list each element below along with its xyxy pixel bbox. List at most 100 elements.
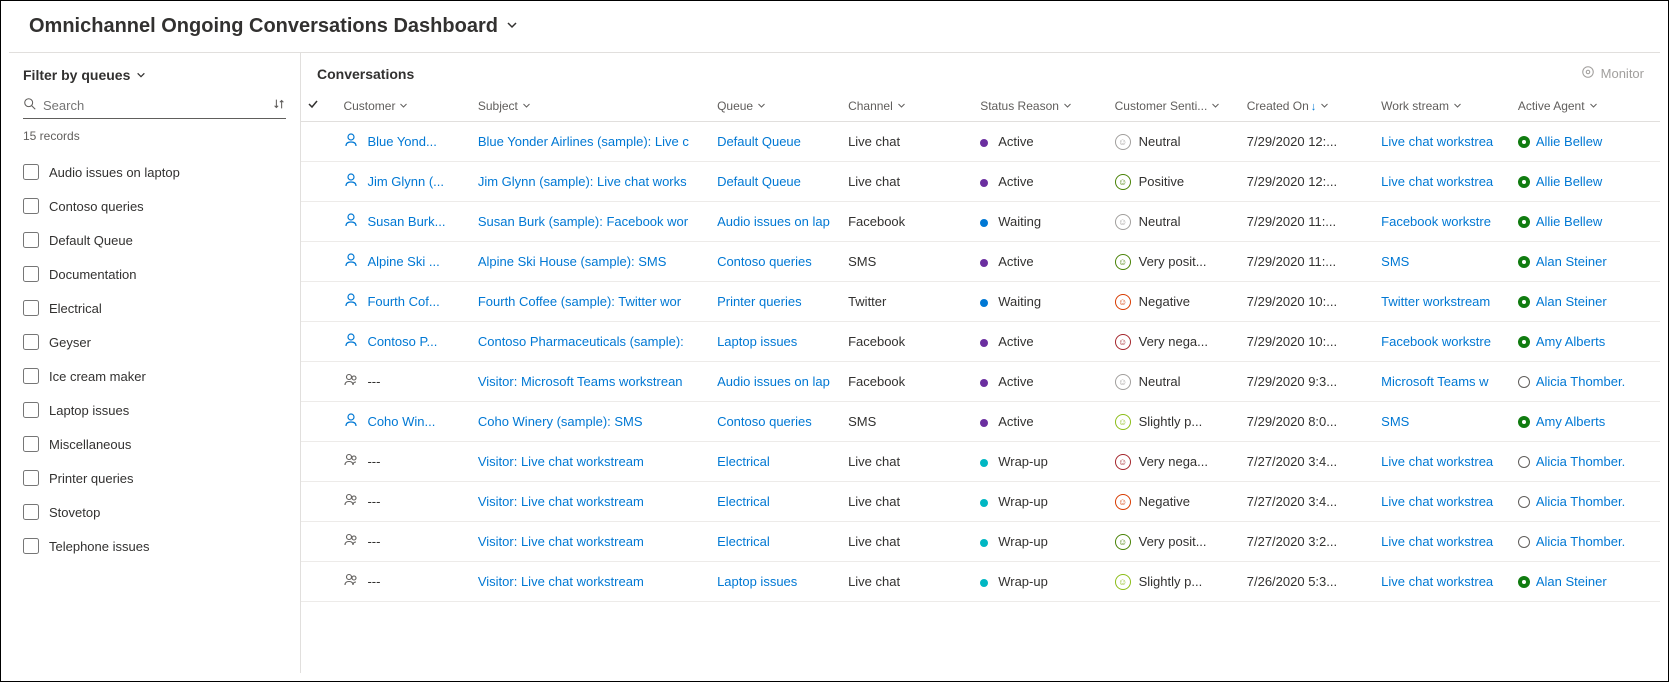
queue-item[interactable]: Contoso queries bbox=[23, 189, 300, 223]
queue-checkbox[interactable] bbox=[23, 334, 39, 350]
agent-link[interactable]: Alan Steiner bbox=[1536, 574, 1607, 589]
queue-link[interactable]: Laptop issues bbox=[717, 334, 797, 349]
queue-link[interactable]: Laptop issues bbox=[717, 574, 797, 589]
row-select-cell[interactable] bbox=[301, 562, 337, 602]
customer-name[interactable]: Blue Yond... bbox=[367, 134, 436, 149]
subject-link[interactable]: Blue Yonder Airlines (sample): Live c bbox=[478, 134, 689, 149]
queue-item[interactable]: Stovetop bbox=[23, 495, 300, 529]
workstream-link[interactable]: Live chat workstrea bbox=[1381, 134, 1493, 149]
column-header[interactable]: Customer bbox=[337, 90, 471, 122]
queue-item[interactable]: Miscellaneous bbox=[23, 427, 300, 461]
table-row[interactable]: Coho Win...Coho Winery (sample): SMSCont… bbox=[301, 402, 1660, 442]
monitor-button[interactable]: Monitor bbox=[1581, 65, 1644, 82]
customer-name[interactable]: Fourth Cof... bbox=[367, 294, 439, 309]
queue-link[interactable]: Electrical bbox=[717, 534, 770, 549]
queue-link[interactable]: Contoso queries bbox=[717, 414, 812, 429]
queue-link[interactable]: Printer queries bbox=[717, 294, 802, 309]
row-select-cell[interactable] bbox=[301, 442, 337, 482]
customer-name[interactable]: Jim Glynn (... bbox=[367, 174, 444, 189]
table-row[interactable]: Blue Yond... Blue Yonder Airlines (sample… bbox=[301, 122, 1660, 162]
row-select-cell[interactable] bbox=[301, 202, 337, 242]
column-header[interactable]: Customer Senti... bbox=[1109, 90, 1241, 122]
queue-checkbox[interactable] bbox=[23, 164, 39, 180]
column-header[interactable]: Status Reason bbox=[974, 90, 1108, 122]
search-input[interactable] bbox=[43, 98, 272, 113]
queue-checkbox[interactable] bbox=[23, 300, 39, 316]
queue-link[interactable]: Audio issues on lap bbox=[717, 214, 830, 229]
agent-link[interactable]: Amy Alberts bbox=[1536, 414, 1605, 429]
queue-item[interactable]: Telephone issues bbox=[23, 529, 300, 563]
table-row[interactable]: ---Visitor: Live chat workstreamElectric… bbox=[301, 482, 1660, 522]
queue-link[interactable]: Electrical bbox=[717, 494, 770, 509]
workstream-link[interactable]: SMS bbox=[1381, 254, 1409, 269]
subject-link[interactable]: Susan Burk (sample): Facebook wor bbox=[478, 214, 688, 229]
agent-link[interactable]: Allie Bellew bbox=[1536, 174, 1602, 189]
subject-link[interactable]: Visitor: Live chat workstream bbox=[478, 494, 644, 509]
workstream-link[interactable]: SMS bbox=[1381, 414, 1409, 429]
column-header[interactable]: Channel bbox=[842, 90, 974, 122]
queue-checkbox[interactable] bbox=[23, 368, 39, 384]
workstream-link[interactable]: Live chat workstrea bbox=[1381, 534, 1493, 549]
column-header[interactable]: Subject bbox=[472, 90, 711, 122]
queue-checkbox[interactable] bbox=[23, 198, 39, 214]
workstream-link[interactable]: Twitter workstream bbox=[1381, 294, 1490, 309]
queue-link[interactable]: Contoso queries bbox=[717, 254, 812, 269]
workstream-link[interactable]: Facebook workstre bbox=[1381, 334, 1491, 349]
subject-link[interactable]: Contoso Pharmaceuticals (sample): bbox=[478, 334, 684, 349]
agent-link[interactable]: Alicia Thomber. bbox=[1536, 454, 1625, 469]
workstream-link[interactable]: Live chat workstrea bbox=[1381, 574, 1493, 589]
select-all-header[interactable] bbox=[301, 90, 337, 122]
row-select-cell[interactable] bbox=[301, 322, 337, 362]
agent-link[interactable]: Alan Steiner bbox=[1536, 254, 1607, 269]
row-select-cell[interactable] bbox=[301, 282, 337, 322]
row-select-cell[interactable] bbox=[301, 362, 337, 402]
queue-item[interactable]: Printer queries bbox=[23, 461, 300, 495]
queue-checkbox[interactable] bbox=[23, 232, 39, 248]
row-select-cell[interactable] bbox=[301, 402, 337, 442]
table-row[interactable]: ---Visitor: Live chat workstreamElectric… bbox=[301, 442, 1660, 482]
filter-header[interactable]: Filter by queues bbox=[23, 67, 300, 83]
column-header[interactable]: Active Agent bbox=[1512, 90, 1660, 122]
workstream-link[interactable]: Live chat workstrea bbox=[1381, 494, 1493, 509]
table-row[interactable]: Fourth Cof... Fourth Coffee (sample): Twi… bbox=[301, 282, 1660, 322]
queue-link[interactable]: Default Queue bbox=[717, 174, 801, 189]
subject-link[interactable]: Visitor: Microsoft Teams workstrean bbox=[478, 374, 683, 389]
queue-link[interactable]: Default Queue bbox=[717, 134, 801, 149]
subject-link[interactable]: Alpine Ski House (sample): SMS bbox=[478, 254, 667, 269]
customer-name[interactable]: Contoso P... bbox=[367, 334, 437, 349]
queue-checkbox[interactable] bbox=[23, 504, 39, 520]
subject-link[interactable]: Fourth Coffee (sample): Twitter wor bbox=[478, 294, 681, 309]
queue-item[interactable]: Documentation bbox=[23, 257, 300, 291]
table-row[interactable]: ---Visitor: Microsoft Teams workstreanAu… bbox=[301, 362, 1660, 402]
queue-checkbox[interactable] bbox=[23, 266, 39, 282]
sort-icon[interactable] bbox=[272, 97, 286, 114]
row-select-cell[interactable] bbox=[301, 122, 337, 162]
column-header[interactable]: Created On↓ bbox=[1241, 90, 1375, 122]
customer-name[interactable]: Susan Burk... bbox=[367, 214, 445, 229]
row-select-cell[interactable] bbox=[301, 242, 337, 282]
agent-link[interactable]: Allie Bellew bbox=[1536, 214, 1602, 229]
column-header[interactable]: Queue bbox=[711, 90, 842, 122]
table-row[interactable]: Contoso P... Contoso Pharmaceuticals (sam… bbox=[301, 322, 1660, 362]
queue-item[interactable]: Electrical bbox=[23, 291, 300, 325]
queue-checkbox[interactable] bbox=[23, 538, 39, 554]
agent-link[interactable]: Alicia Thomber. bbox=[1536, 494, 1625, 509]
subject-link[interactable]: Visitor: Live chat workstream bbox=[478, 574, 644, 589]
subject-link[interactable]: Visitor: Live chat workstream bbox=[478, 454, 644, 469]
chevron-down-icon[interactable] bbox=[506, 19, 518, 34]
queue-item[interactable]: Laptop issues bbox=[23, 393, 300, 427]
workstream-link[interactable]: Live chat workstrea bbox=[1381, 454, 1493, 469]
subject-link[interactable]: Visitor: Live chat workstream bbox=[478, 534, 644, 549]
agent-link[interactable]: Amy Alberts bbox=[1536, 334, 1605, 349]
column-header[interactable]: Work stream bbox=[1375, 90, 1512, 122]
subject-link[interactable]: Jim Glynn (sample): Live chat works bbox=[478, 174, 687, 189]
queue-item[interactable]: Audio issues on laptop bbox=[23, 155, 300, 189]
customer-name[interactable]: Alpine Ski ... bbox=[367, 254, 439, 269]
table-row[interactable]: ---Visitor: Live chat workstreamLaptop i… bbox=[301, 562, 1660, 602]
workstream-link[interactable]: Microsoft Teams w bbox=[1381, 374, 1488, 389]
queue-item[interactable]: Ice cream maker bbox=[23, 359, 300, 393]
table-row[interactable]: Alpine Ski ... Alpine Ski House (sample):… bbox=[301, 242, 1660, 282]
table-row[interactable]: Jim Glynn (... Jim Glynn (sample): Live c… bbox=[301, 162, 1660, 202]
row-select-cell[interactable] bbox=[301, 482, 337, 522]
agent-link[interactable]: Alicia Thomber. bbox=[1536, 374, 1625, 389]
